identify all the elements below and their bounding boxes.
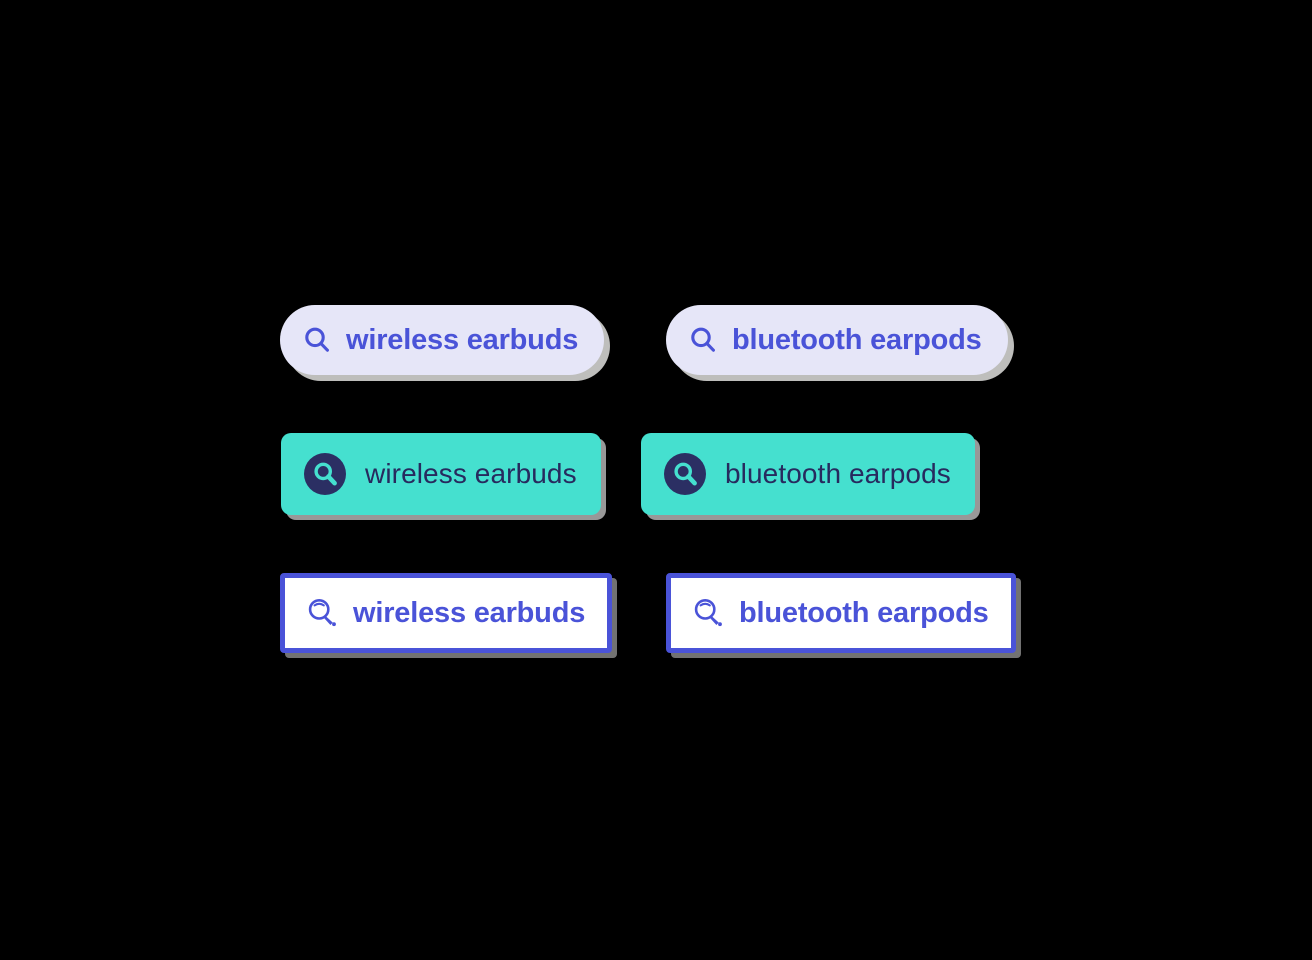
search-chip-label: wireless earbuds xyxy=(346,323,579,356)
search-icon xyxy=(663,452,707,496)
search-chip-label: bluetooth earpods xyxy=(725,458,951,489)
search-chip-pill-wireless-earbuds[interactable]: wireless earbuds xyxy=(280,305,605,375)
canvas: wireless earbuds bluetooth earpods wirel… xyxy=(0,0,1312,960)
search-chip-outlined-wireless-earbuds[interactable]: wireless earbuds xyxy=(280,573,613,653)
search-chip-outlined-bluetooth-earpods[interactable]: bluetooth earpods xyxy=(666,573,1016,653)
search-chip-label: bluetooth earpods xyxy=(732,323,982,356)
search-chip-solid-wireless-earbuds[interactable]: wireless earbuds xyxy=(281,433,601,515)
search-icon xyxy=(305,596,339,630)
search-icon xyxy=(691,596,725,630)
search-icon xyxy=(303,452,347,496)
search-chip-label: wireless earbuds xyxy=(353,596,586,629)
search-chip-solid-bluetooth-earpods[interactable]: bluetooth earpods xyxy=(641,433,975,515)
search-icon xyxy=(688,325,718,355)
search-chip-label: bluetooth earpods xyxy=(739,596,989,629)
search-icon xyxy=(302,325,332,355)
search-chip-label: wireless earbuds xyxy=(365,458,577,489)
search-chip-pill-bluetooth-earpods[interactable]: bluetooth earpods xyxy=(666,305,1008,375)
